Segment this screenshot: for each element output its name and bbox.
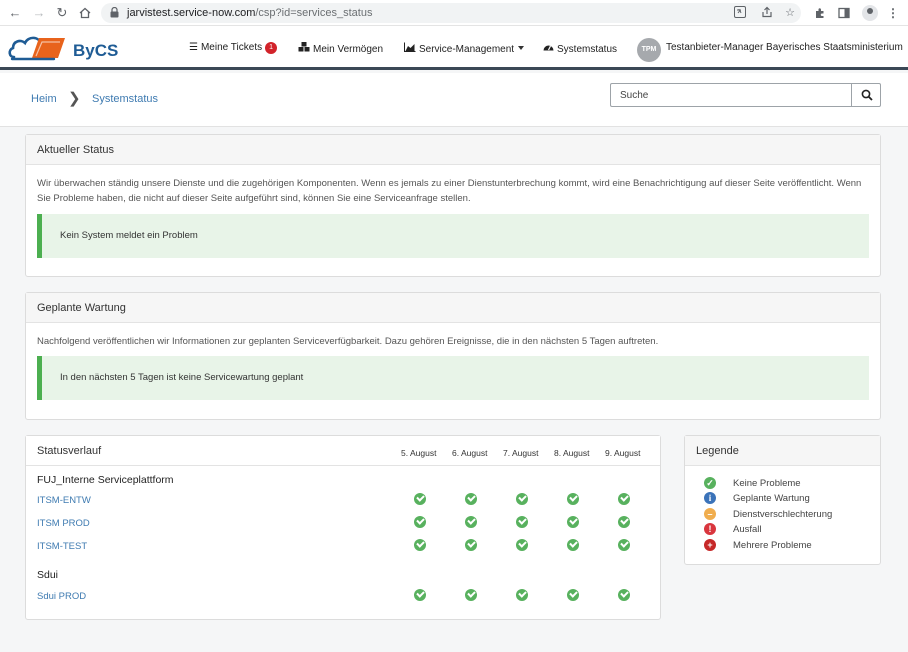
nav-my-assets-label: Mein Vermögen (313, 44, 384, 55)
home-icon[interactable] (76, 4, 94, 22)
check-circle-icon[interactable] (414, 516, 426, 528)
url-text: jarvistest.service-now.com/csp?id=servic… (127, 7, 373, 19)
check-circle-icon: ✓ (704, 477, 716, 489)
translate-icon[interactable] (733, 6, 747, 20)
check-circle-icon[interactable] (465, 539, 477, 551)
ticket-count-badge: 1 (265, 42, 278, 54)
legend-label: Dienstverschlechterung (733, 509, 833, 520)
legend-label: Keine Probleme (733, 478, 801, 489)
bycs-logo-icon (8, 36, 65, 61)
lock-icon (110, 7, 119, 18)
check-circle-icon[interactable] (567, 493, 579, 505)
check-circle-icon[interactable] (465, 516, 477, 528)
app-header: ByCS ☰ Meine Tickets 1 Mein Vermögen Servi… (0, 26, 908, 70)
extensions-icon[interactable] (811, 4, 829, 22)
check-circle-icon[interactable] (414, 589, 426, 601)
service-link-itsm-prod[interactable]: ITSM PROD (37, 518, 90, 529)
back-arrow-icon[interactable]: ← (6, 4, 24, 22)
chevron-right-icon: ❯ (68, 90, 81, 107)
nav-service-management-label: Service-Management (419, 44, 515, 55)
exclamation-circle-icon: ! (704, 523, 716, 535)
legend-label: Mehrere Probleme (733, 540, 812, 551)
service-link-sdui-prod[interactable]: Sdui PROD (37, 591, 86, 602)
check-circle-icon[interactable] (414, 493, 426, 505)
logo-text: ByCS (73, 41, 119, 60)
info-circle-icon: i (704, 492, 716, 504)
breadcrumb-current[interactable]: Systemstatus (92, 93, 158, 105)
address-bar[interactable]: jarvistest.service-now.com/csp?id=servic… (101, 3, 801, 23)
search-button[interactable] (851, 83, 881, 107)
list-icon: ☰ (189, 42, 198, 53)
chevron-down-icon (518, 46, 525, 50)
check-circle-icon[interactable] (618, 493, 630, 505)
legend-panel: Legende ✓ Keine Probleme i Geplante Wart… (684, 435, 881, 565)
check-circle-icon[interactable] (516, 539, 528, 551)
current-status-title: Aktueller Status (26, 135, 880, 165)
nav-system-status-label: Systemstatus (557, 44, 618, 55)
date-header: 7. August (503, 448, 539, 458)
nav-service-management[interactable]: Service-Management (404, 42, 525, 55)
date-header: 5. August (401, 448, 437, 458)
maintenance-panel: Geplante Wartung Nachfolgend veröffentli… (25, 292, 881, 420)
current-status-panel: Aktueller Status Wir überwachen ständig … (25, 134, 881, 277)
user-avatar[interactable]: TPM (637, 38, 661, 62)
browser-toolbar: ← → ↻ jarvistest.service-now.com/csp?id=… (0, 0, 908, 26)
legend-label: Geplante Wartung (733, 493, 810, 504)
check-circle-icon[interactable] (414, 539, 426, 551)
group-title: FUJ_Interne Serviceplattform (37, 474, 174, 486)
check-circle-icon[interactable] (465, 493, 477, 505)
cubes-icon (298, 42, 310, 55)
check-circle-icon[interactable] (516, 493, 528, 505)
status-history-title: Statusverlauf (37, 445, 102, 457)
browser-menu-icon[interactable]: ⋮ (884, 4, 902, 22)
forward-arrow-icon[interactable]: → (30, 4, 48, 22)
check-circle-icon[interactable] (567, 516, 579, 528)
maintenance-text: Nachfolgend veröffentlichen wir Informat… (37, 336, 659, 347)
side-panel-icon[interactable] (835, 4, 853, 22)
check-circle-icon[interactable] (516, 516, 528, 528)
area-chart-icon (404, 42, 416, 55)
legend-title: Legende (685, 436, 880, 466)
current-status-text: Wir überwachen ständig unsere Dienste un… (37, 178, 862, 204)
search-input[interactable] (610, 83, 852, 107)
maintenance-title: Geplante Wartung (26, 293, 880, 323)
minus-circle-icon: – (704, 508, 716, 520)
date-header: 6. August (452, 448, 488, 458)
bookmark-star-icon[interactable]: ☆ (783, 6, 797, 20)
service-link-itsm-entw[interactable]: ITSM-ENTW (37, 495, 91, 506)
no-issues-alert: Kein System meldet ein Problem (37, 214, 869, 258)
check-circle-icon[interactable] (465, 589, 477, 601)
status-history-panel: Statusverlauf 5. August 6. August 7. Aug… (25, 435, 661, 620)
dashboard-icon (543, 42, 554, 55)
plus-circle-icon: + (704, 539, 716, 551)
no-maintenance-alert: In den nächsten 5 Tagen ist keine Servic… (37, 356, 869, 400)
legend-label: Ausfall (733, 524, 762, 535)
nav-my-assets[interactable]: Mein Vermögen (298, 42, 383, 55)
date-header: 8. August (554, 448, 590, 458)
nav-system-status[interactable]: Systemstatus (543, 42, 617, 55)
breadcrumb-bar: Heim ❯ Systemstatus (0, 73, 908, 127)
check-circle-icon[interactable] (567, 589, 579, 601)
check-circle-icon[interactable] (567, 539, 579, 551)
breadcrumb-home[interactable]: Heim (31, 93, 57, 105)
nav-my-tickets[interactable]: ☰ Meine Tickets 1 (189, 42, 278, 54)
bycs-logo[interactable]: ByCS (8, 30, 118, 64)
share-icon[interactable] (760, 6, 774, 20)
search-icon (861, 89, 873, 101)
service-link-itsm-test[interactable]: ITSM-TEST (37, 541, 87, 552)
date-header: 9. August (605, 448, 641, 458)
user-name[interactable]: Testanbieter-Manager Bayerisches Staatsm… (666, 42, 903, 53)
check-circle-icon[interactable] (516, 589, 528, 601)
check-circle-icon[interactable] (618, 516, 630, 528)
reload-icon[interactable]: ↻ (53, 4, 71, 22)
check-circle-icon[interactable] (618, 589, 630, 601)
group-title: Sdui (37, 569, 59, 581)
nav-my-tickets-label: Meine Tickets (200, 42, 263, 53)
check-circle-icon[interactable] (618, 539, 630, 551)
profile-icon[interactable] (862, 5, 878, 21)
